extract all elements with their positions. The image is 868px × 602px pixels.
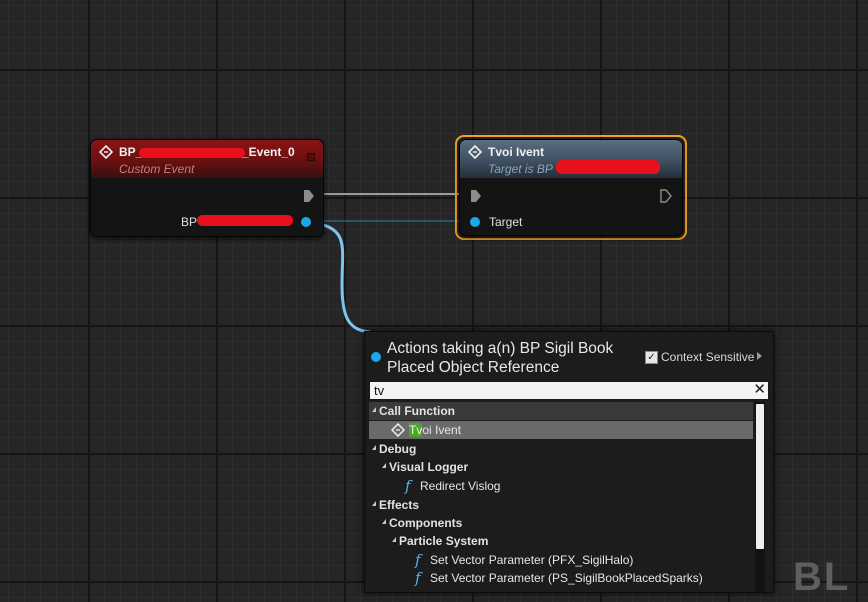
scrollbar-thumb[interactable]: [756, 404, 764, 549]
tree-item-label: Redirect Vislog: [420, 479, 501, 493]
context-sensitive-label[interactable]: Context Sensitive: [661, 350, 754, 364]
tvoi-ivent-header[interactable]: Tvoi Ivent Target is BP: [460, 140, 682, 178]
redaction-mark: [139, 148, 245, 158]
exec-in-pin[interactable]: [470, 189, 482, 203]
custom-event-title-suffix: _Event_0: [242, 145, 295, 159]
target-pin-label: Target: [489, 215, 523, 229]
event-diamond-icon: [99, 145, 113, 159]
function-icon: f: [415, 569, 421, 587]
watermark-text: BL: [793, 555, 851, 599]
tree-category-components[interactable]: Components: [369, 514, 753, 532]
clear-search-icon[interactable]: ✕: [753, 381, 766, 399]
tree-item-label: Effects: [379, 498, 420, 512]
tree-category-effects[interactable]: Effects: [369, 496, 753, 514]
target-input-pin[interactable]: [470, 217, 480, 227]
action-tree[interactable]: Call Function Tvoi Ivent Debug Visual Lo…: [369, 402, 753, 602]
tree-item-set-vector-parameter[interactable]: f Set Vector Parameter (PS_SigilBookPlac…: [369, 569, 753, 587]
menu-title: Actions taking a(n) BP Sigil Book Placed…: [387, 340, 614, 376]
tree-category-call-function[interactable]: Call Function: [369, 402, 753, 420]
collapse-arrow-icon[interactable]: [382, 519, 386, 524]
context-sensitive-checkbox[interactable]: ✓: [645, 351, 658, 364]
tree-item-label-group: Tvoi Ivent: [409, 423, 461, 437]
collapse-arrow-icon[interactable]: [372, 407, 376, 412]
redaction-mark: [197, 215, 293, 226]
tree-item-label: Particle System: [399, 534, 489, 548]
tree-item-label: Components: [389, 516, 463, 530]
tree-category-visual-logger[interactable]: Visual Logger: [369, 458, 753, 476]
event-diamond-icon: [391, 423, 405, 437]
expand-arrow-icon[interactable]: [757, 352, 762, 360]
drag-wire[interactable]: [309, 220, 371, 334]
tree-item-label-rest: oi Ivent: [422, 423, 462, 437]
tree-category-particle-system[interactable]: Particle System: [369, 532, 753, 550]
tree-category-debug[interactable]: Debug: [369, 440, 753, 458]
exec-out-pin[interactable]: [303, 189, 315, 203]
function-icon: f: [415, 551, 421, 569]
tvoi-ivent-node[interactable]: Tvoi Ivent Target is BP Target: [459, 139, 683, 236]
actions-context-menu[interactable]: Actions taking a(n) BP Sigil Book Placed…: [364, 331, 774, 593]
collapse-arrow-icon[interactable]: [372, 445, 376, 450]
event-output-pin-label: BP: [181, 215, 198, 229]
collapse-arrow-icon[interactable]: [382, 463, 386, 468]
custom-event-subtitle: Custom Event: [119, 162, 195, 176]
tree-item-label: Call Function: [379, 404, 455, 418]
search-input[interactable]: [374, 382, 734, 399]
collapse-arrow-icon[interactable]: [372, 501, 376, 506]
delegate-pin[interactable]: [307, 153, 315, 161]
search-box[interactable]: ✕: [369, 381, 769, 400]
function-icon: f: [405, 477, 411, 495]
custom-event-node[interactable]: BP_ _Event_0 Custom Event BP: [90, 139, 324, 237]
tree-item-label: Set Vector Parameter (PS_SigilBookPlaced…: [430, 571, 703, 585]
custom-event-header[interactable]: BP_ _Event_0 Custom Event: [91, 140, 323, 178]
tree-item-label: Set Vector Parameter (PFX_SigilHalo): [430, 553, 634, 567]
tree-item-set-vector-parameter[interactable]: f Set Vector Parameter (PFX_SigilHalo): [369, 551, 753, 569]
tree-item-redirect-vislog[interactable]: f Redirect Vislog: [369, 477, 753, 495]
object-reference-icon: [371, 352, 381, 362]
tvoi-ivent-title: Tvoi Ivent: [488, 145, 545, 159]
redaction-mark: [556, 160, 660, 174]
tvoi-ivent-subtitle: Target is BP: [488, 162, 553, 176]
exec-out-pin[interactable]: [660, 189, 672, 203]
search-match-highlight: Tv: [409, 423, 423, 437]
tree-item-tvoi-ivent[interactable]: Tvoi Ivent: [369, 421, 753, 439]
tree-item-label: Visual Logger: [389, 460, 469, 474]
scrollbar-track[interactable]: [755, 402, 765, 592]
tree-item-label: Debug: [379, 442, 417, 456]
object-output-pin[interactable]: [301, 217, 311, 227]
collapse-arrow-icon[interactable]: [392, 537, 396, 542]
event-diamond-icon: [468, 145, 482, 159]
